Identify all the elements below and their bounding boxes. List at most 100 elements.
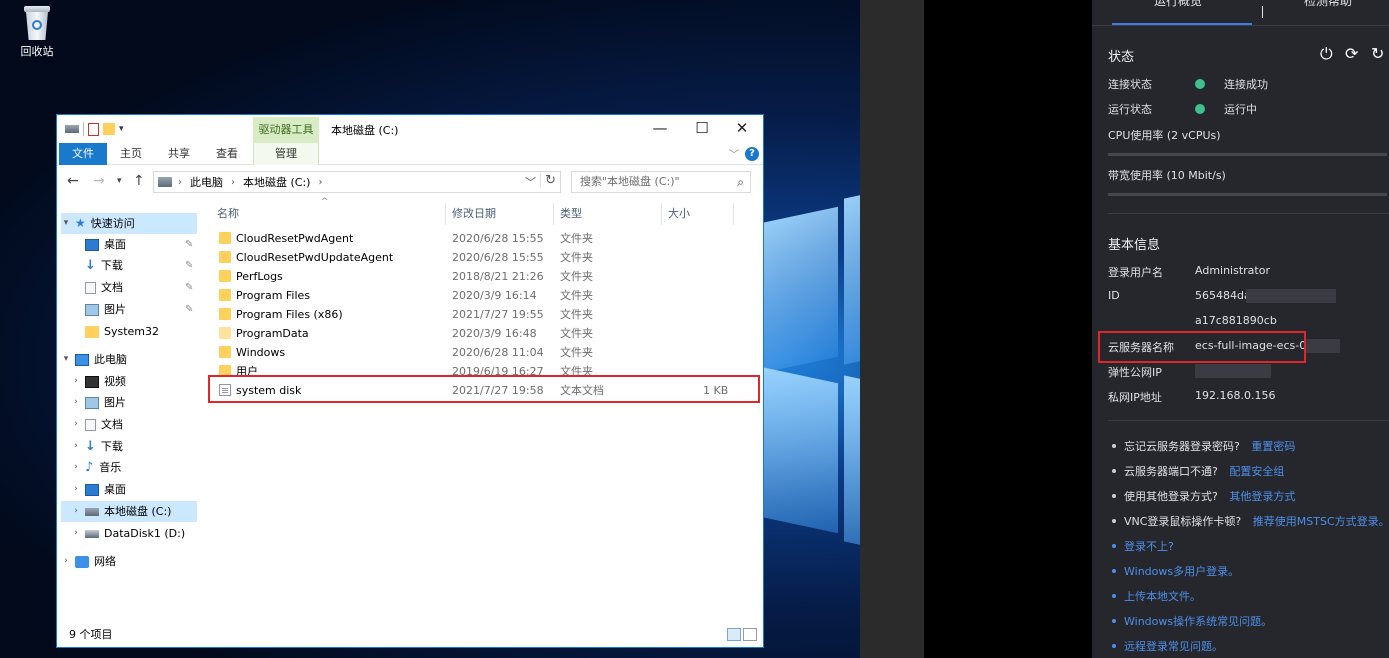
link-cannot-login[interactable]: 登录不上? bbox=[1112, 538, 1174, 554]
drive-icon[interactable] bbox=[65, 125, 79, 133]
close-button[interactable]: ✕ bbox=[721, 115, 763, 143]
nav-quick-system32[interactable]: System32 bbox=[85, 321, 159, 342]
configure-security-group-link[interactable]: 配置安全组 bbox=[1229, 465, 1284, 478]
desktop-icon bbox=[85, 483, 99, 496]
file-row[interactable]: CloudResetPwdUpdateAgent 2020/6/28 15:55… bbox=[215, 248, 755, 267]
details-view-icon[interactable] bbox=[727, 628, 741, 641]
file-row[interactable]: Program Files (x86) 2021/7/27 19:55 文件夹 bbox=[215, 305, 755, 324]
other-login-methods-link[interactable]: 其他登录方式 bbox=[1229, 490, 1295, 503]
search-input[interactable]: 搜索"本地磁盘 (C:)" ⌕ bbox=[571, 171, 751, 193]
link-upload-files[interactable]: 上传本地文件。 bbox=[1112, 588, 1201, 604]
column-header-size[interactable]: 大小 bbox=[668, 203, 690, 225]
file-type: 文件夹 bbox=[560, 289, 593, 302]
link-remote-login-faq[interactable]: 远程登录常见问题。 bbox=[1112, 638, 1223, 654]
forward-arrow-icon[interactable]: → bbox=[93, 173, 105, 189]
file-row[interactable]: ProgramData 2020/3/9 16:48 文件夹 bbox=[215, 324, 755, 343]
collapse-arrow-icon[interactable]: › bbox=[71, 371, 81, 392]
mstsc-login-link[interactable]: 推荐使用MSTSC方式登录。 bbox=[1253, 515, 1389, 528]
address-bar[interactable]: › 此电脑 › 本地磁盘 (C:) › ﹀ ↻ bbox=[153, 171, 561, 193]
address-dropdown-icon[interactable]: ﹀ bbox=[525, 174, 536, 190]
minimize-button[interactable]: — bbox=[639, 115, 681, 143]
nav-pc-datadisk-d[interactable]: › DataDisk1 (D:) bbox=[71, 523, 185, 544]
file-name: ProgramData bbox=[236, 327, 309, 340]
collapse-arrow-icon[interactable]: › bbox=[71, 457, 81, 478]
file-row[interactable]: Windows 2020/6/28 11:04 文件夹 bbox=[215, 343, 755, 362]
nav-pc-downloads[interactable]: › ↓ 下载 bbox=[71, 436, 123, 457]
nav-this-pc[interactable]: ▾ 此电脑 bbox=[61, 349, 127, 370]
refresh-icon[interactable]: ↻ bbox=[1371, 44, 1384, 63]
search-icon[interactable]: ⌕ bbox=[737, 172, 744, 192]
properties-icon[interactable] bbox=[88, 122, 99, 136]
breadcrumb-this-pc[interactable]: 此电脑 bbox=[190, 174, 223, 190]
nav-quick-documents[interactable]: 文档 ✎ bbox=[85, 277, 193, 298]
nav-quick-access[interactable]: ▾ ★ 快速访问 bbox=[61, 213, 197, 234]
link-windows-multiuser[interactable]: Windows多用户登录。 bbox=[1112, 563, 1239, 579]
column-header-date[interactable]: 修改日期 bbox=[452, 203, 496, 225]
recent-locations-icon[interactable]: ▾ bbox=[117, 176, 122, 186]
nav-quick-downloads[interactable]: ↓ 下载 ✎ bbox=[85, 255, 193, 276]
file-row[interactable]: CloudResetPwdAgent 2020/6/28 15:55 文件夹 bbox=[215, 229, 755, 248]
collapse-arrow-icon[interactable]: › bbox=[71, 392, 81, 413]
network-icon bbox=[75, 555, 89, 568]
status-section-title: 状态 bbox=[1108, 50, 1135, 65]
refresh-icon[interactable]: ↻ bbox=[540, 173, 556, 188]
connection-status-value: 连接成功 bbox=[1224, 78, 1268, 91]
collapse-arrow-icon[interactable]: › bbox=[61, 551, 71, 572]
collapse-arrow-icon[interactable]: › bbox=[71, 501, 81, 522]
nav-network[interactable]: › 网络 bbox=[61, 551, 116, 572]
chevron-right-icon[interactable]: › bbox=[231, 177, 235, 188]
power-icon[interactable]: ⏻ bbox=[1320, 44, 1333, 64]
restart-icon[interactable]: ⟳ bbox=[1345, 44, 1358, 63]
nav-pc-videos[interactable]: › 视频 bbox=[71, 371, 126, 392]
file-row[interactable]: Program Files 2020/3/9 16:14 文件夹 bbox=[215, 286, 755, 305]
chevron-right-icon[interactable]: › bbox=[318, 177, 322, 188]
collapse-arrow-icon[interactable]: › bbox=[71, 414, 81, 435]
tab-view[interactable]: 查看 bbox=[209, 143, 245, 165]
nav-quick-desktop[interactable]: 桌面 ✎ bbox=[85, 234, 193, 255]
file-row-system-disk[interactable]: system disk 2021/7/27 19:58 文本文档 1 KB bbox=[215, 381, 755, 400]
link-windows-faq[interactable]: Windows操作系统常见问题。 bbox=[1112, 613, 1272, 629]
column-header-name[interactable]: 名称 bbox=[217, 203, 239, 225]
nav-pc-pictures[interactable]: › 图片 bbox=[71, 392, 126, 413]
collapse-arrow-icon[interactable]: › bbox=[71, 523, 81, 544]
reset-password-link[interactable]: 重置密码 bbox=[1251, 440, 1295, 453]
help-icon[interactable]: ? bbox=[745, 147, 759, 161]
recycle-bin-shortcut[interactable]: 回收站 bbox=[14, 6, 60, 59]
running-status-value: 运行中 bbox=[1224, 103, 1257, 116]
up-arrow-icon[interactable]: ↑ bbox=[133, 173, 145, 189]
tab-overview[interactable]: 运行概览 bbox=[1154, 0, 1202, 9]
tab-file[interactable]: 文件 bbox=[59, 143, 107, 165]
large-icons-view-icon[interactable] bbox=[743, 628, 757, 641]
tab-home[interactable]: 主页 bbox=[113, 143, 149, 165]
nav-pc-documents[interactable]: › 文档 bbox=[71, 414, 123, 435]
file-row[interactable]: PerfLogs 2018/8/21 21:26 文件夹 bbox=[215, 267, 755, 286]
file-list-pane[interactable]: ^ 名称 修改日期 类型 大小 CloudResetPwdAgent 2020/… bbox=[201, 197, 763, 623]
tab-diagnostics[interactable]: 检测帮助 bbox=[1304, 0, 1352, 9]
nav-pc-local-disk-c[interactable]: › 本地磁盘 (C:) bbox=[61, 501, 197, 522]
expand-arrow-icon[interactable]: ▾ bbox=[61, 349, 71, 370]
file-explorer-window[interactable]: ▾ 驱动器工具 本地磁盘 (C:) — ☐ ✕ 文件 主页 共享 查看 管理 ﹀… bbox=[56, 114, 764, 648]
tab-share[interactable]: 共享 bbox=[161, 143, 197, 165]
expand-ribbon-icon[interactable]: ﹀ bbox=[729, 146, 739, 161]
tab-manage[interactable]: 管理 bbox=[253, 143, 319, 165]
remote-desktop[interactable]: 回收站 ▾ 驱动器工具 本地磁盘 (C:) — ☐ ✕ 文件 主页 共享 查看 … bbox=[0, 0, 924, 658]
back-arrow-icon[interactable]: ← bbox=[67, 173, 79, 189]
cloud-console-panel: 运行概览 检测帮助 状态 ⏻ ⟳ ↻ 连接状态 连接成功 运行状态 运行中 CP… bbox=[1092, 0, 1389, 658]
collapse-arrow-icon[interactable]: › bbox=[71, 436, 81, 457]
breadcrumb-local-disk[interactable]: 本地磁盘 (C:) bbox=[243, 174, 310, 190]
file-date: 2018/8/21 21:26 bbox=[452, 270, 544, 283]
collapse-arrow-icon[interactable]: › bbox=[71, 479, 81, 500]
maximize-button[interactable]: ☐ bbox=[681, 115, 723, 143]
file-row[interactable]: 用户 2019/6/19 16:27 文件夹 bbox=[215, 362, 755, 381]
new-folder-icon[interactable] bbox=[103, 123, 115, 135]
title-bar[interactable]: ▾ 驱动器工具 本地磁盘 (C:) — ☐ ✕ bbox=[57, 115, 763, 143]
expand-arrow-icon[interactable]: ▾ bbox=[61, 213, 71, 234]
nav-label: 下载 bbox=[100, 440, 123, 453]
link-text: Windows多用户登录。 bbox=[1124, 565, 1240, 578]
chevron-right-icon[interactable]: › bbox=[178, 177, 182, 188]
nav-quick-pictures[interactable]: 图片 ✎ bbox=[85, 299, 193, 320]
nav-pc-desktop[interactable]: › 桌面 bbox=[71, 479, 126, 500]
nav-pc-music[interactable]: › ♪ 音乐 bbox=[71, 457, 121, 478]
column-header-type[interactable]: 类型 bbox=[560, 203, 582, 225]
customize-toolbar-icon[interactable]: ▾ bbox=[119, 124, 124, 134]
